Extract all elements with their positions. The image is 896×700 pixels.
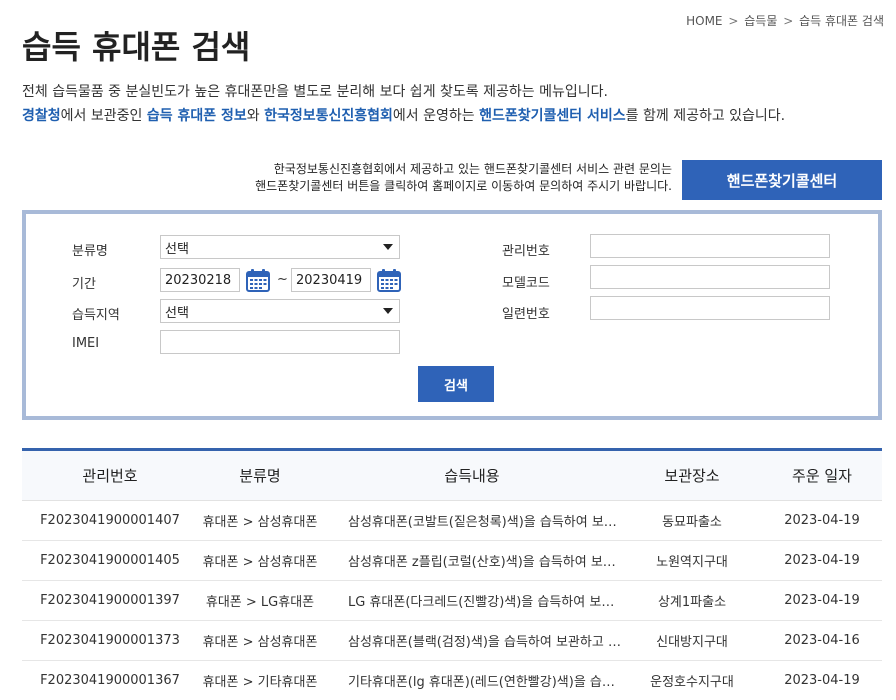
cell-mgmt-no: F2023041900001407 xyxy=(40,513,180,528)
cell-place: 노원역지구대 xyxy=(656,555,728,570)
cell-category: 휴대폰 > LG휴대폰 xyxy=(205,595,315,610)
region-label: 습득지역 xyxy=(72,308,120,323)
cell-date: 2023-04-19 xyxy=(784,673,860,688)
intro-line-1: 전체 습득물품 중 분실빈도가 높은 휴대폰만을 별도로 분리해 보다 쉽게 찾… xyxy=(22,84,608,100)
notice-line-2: 핸드폰찾기콜센터 버튼을 클릭하여 홈페이지로 이동하여 문의하여 주시기 바랍… xyxy=(255,179,672,193)
intro-text-part: 에서 운영하는 xyxy=(392,108,480,124)
table-row[interactable]: F2023041900001397 휴대폰 > LG휴대폰 LG 휴대폰(다크레… xyxy=(22,581,882,621)
breadcrumb-current: 습득 휴대폰 검색 xyxy=(799,14,884,28)
table-row[interactable]: F2023041900001373 휴대폰 > 삼성휴대폰 삼성휴대폰(블랙(검… xyxy=(22,621,882,661)
table-row[interactable]: F2023041900001407 휴대폰 > 삼성휴대폰 삼성휴대폰(코발트(… xyxy=(22,501,882,541)
model-code-input[interactable] xyxy=(590,265,830,289)
mgmt-no-input[interactable] xyxy=(590,234,830,258)
cell-content-link[interactable]: 기타휴대폰(lg 휴대폰)(레드(연한빨강)색)을 습득하여 보관하고 있습니다… xyxy=(322,671,622,690)
cell-mgmt-no: F2023041900001367 xyxy=(40,673,180,688)
chevron-down-icon xyxy=(383,244,393,250)
intro-callcenter-service: 핸드폰찾기콜센터 서비스 xyxy=(479,108,626,124)
serial-label: 일련번호 xyxy=(502,307,550,322)
model-code-label: 모델코드 xyxy=(502,276,550,291)
imei-label: IMEI xyxy=(72,336,100,351)
cell-mgmt-no: F2023041900001397 xyxy=(40,593,180,608)
mgmt-no-label: 관리번호 xyxy=(502,244,550,259)
intro-text-part: 에서 보관중인 xyxy=(60,108,147,124)
period-to-input[interactable]: 20230419 xyxy=(291,268,371,292)
region-select[interactable]: 선택 xyxy=(160,299,400,323)
column-header-place: 보관장소 xyxy=(664,467,720,485)
imei-input[interactable] xyxy=(160,330,400,354)
category-select[interactable]: 선택 xyxy=(160,235,400,259)
period-separator: ~ xyxy=(277,272,288,287)
cell-place: 동묘파출소 xyxy=(662,515,722,530)
cell-place: 상계1파출소 xyxy=(657,595,727,610)
intro-found-phone-info: 습득 휴대폰 정보 xyxy=(146,108,247,124)
calendar-icon[interactable] xyxy=(246,268,270,292)
intro-kait: 한국정보통신진흥협회 xyxy=(264,108,393,124)
cell-category: 휴대폰 > 삼성휴대폰 xyxy=(202,555,318,570)
column-header-category: 분류명 xyxy=(239,467,281,485)
breadcrumb-found-items[interactable]: 습득물 xyxy=(744,14,777,28)
period-from-input[interactable]: 20230218 xyxy=(160,268,240,292)
notice-line-1: 한국정보통신진흥협회에서 제공하고 있는 핸드폰찾기콜센터 서비스 관련 문의는 xyxy=(273,162,672,176)
calendar-icon[interactable] xyxy=(377,268,401,292)
results-table: 관리번호 분류명 습득내용 보관장소 주운 일자 F20230419000014… xyxy=(22,448,882,700)
cell-date: 2023-04-19 xyxy=(784,593,860,608)
cell-content-link[interactable]: 삼성휴대폰(블랙(검정)색)을 습득하여 보관하고 있습니다. xyxy=(322,631,622,650)
cell-category: 휴대폰 > 기타휴대폰 xyxy=(202,675,318,690)
search-form: 분류명 선택 기간 20230218 ~ 20230419 습득지역 선택 IM… xyxy=(22,210,882,420)
period-from-value: 20230218 xyxy=(165,272,232,288)
intro-police-agency: 경찰청 xyxy=(22,108,61,124)
cell-date: 2023-04-16 xyxy=(784,633,860,648)
period-to-value: 20230419 xyxy=(296,272,363,288)
intro-text-part: 와 xyxy=(246,108,265,124)
breadcrumb-separator: > xyxy=(783,14,794,28)
intro-text: 전체 습득물품 중 분실빈도가 높은 휴대폰만을 별도로 분리해 보다 쉽게 찾… xyxy=(22,80,785,128)
cell-category: 휴대폰 > 삼성휴대폰 xyxy=(202,515,318,530)
intro-text-part: 를 함께 제공하고 있습니다. xyxy=(625,108,786,124)
cell-category: 휴대폰 > 삼성휴대폰 xyxy=(202,635,318,650)
column-header-date: 주운 일자 xyxy=(792,467,852,485)
cell-date: 2023-04-19 xyxy=(784,513,860,528)
category-select-value: 선택 xyxy=(165,241,189,257)
cell-content-link[interactable]: LG 휴대폰(다크레드(진빨강)색)을 습득하여 보관하고 있습니다. xyxy=(322,591,622,610)
intro-line-2: 경찰청에서 보관중인 습득 휴대폰 정보와 한국정보통신진흥협회에서 운영하는 … xyxy=(22,104,785,128)
region-select-value: 선택 xyxy=(165,305,189,321)
cell-mgmt-no: F2023041900001405 xyxy=(40,553,180,568)
callcenter-notice: 한국정보통신진흥협회에서 제공하고 있는 핸드폰찾기콜센터 서비스 관련 문의는… xyxy=(255,161,672,195)
cell-mgmt-no: F2023041900001373 xyxy=(40,633,180,648)
breadcrumb: HOME > 습득물 > 습득 휴대폰 검색 xyxy=(686,12,884,29)
chevron-down-icon xyxy=(383,308,393,314)
cell-date: 2023-04-19 xyxy=(784,553,860,568)
category-label: 분류명 xyxy=(72,244,108,259)
cell-place: 신대방지구대 xyxy=(656,635,728,650)
table-row[interactable]: F2023041900001367 휴대폰 > 기타휴대폰 기타휴대폰(lg 휴… xyxy=(22,661,882,700)
search-button[interactable]: 검색 xyxy=(418,366,494,402)
cell-place: 운정호수지구대 xyxy=(650,675,734,690)
breadcrumb-home[interactable]: HOME xyxy=(686,14,722,28)
column-header-mgmt-no: 관리번호 xyxy=(82,467,138,485)
phone-callcenter-button[interactable]: 핸드폰찾기콜센터 xyxy=(682,160,882,200)
table-header: 관리번호 분류명 습득내용 보관장소 주운 일자 xyxy=(22,451,882,501)
column-header-content: 습득내용 xyxy=(444,467,500,485)
breadcrumb-separator: > xyxy=(728,14,739,28)
serial-input[interactable] xyxy=(590,296,830,320)
cell-content-link[interactable]: 삼성휴대폰(코발트(짙은청록)색)을 습득하여 보관하고 있습니다. xyxy=(322,511,622,530)
table-row[interactable]: F2023041900001405 휴대폰 > 삼성휴대폰 삼성휴대폰 z플립(… xyxy=(22,541,882,581)
page-title: 습득 휴대폰 검색 xyxy=(22,28,251,66)
cell-content-link[interactable]: 삼성휴대폰 z플립(코럴(산호)색)을 습득하여 보관하고 있습니다. xyxy=(322,551,622,570)
period-label: 기간 xyxy=(72,277,96,292)
